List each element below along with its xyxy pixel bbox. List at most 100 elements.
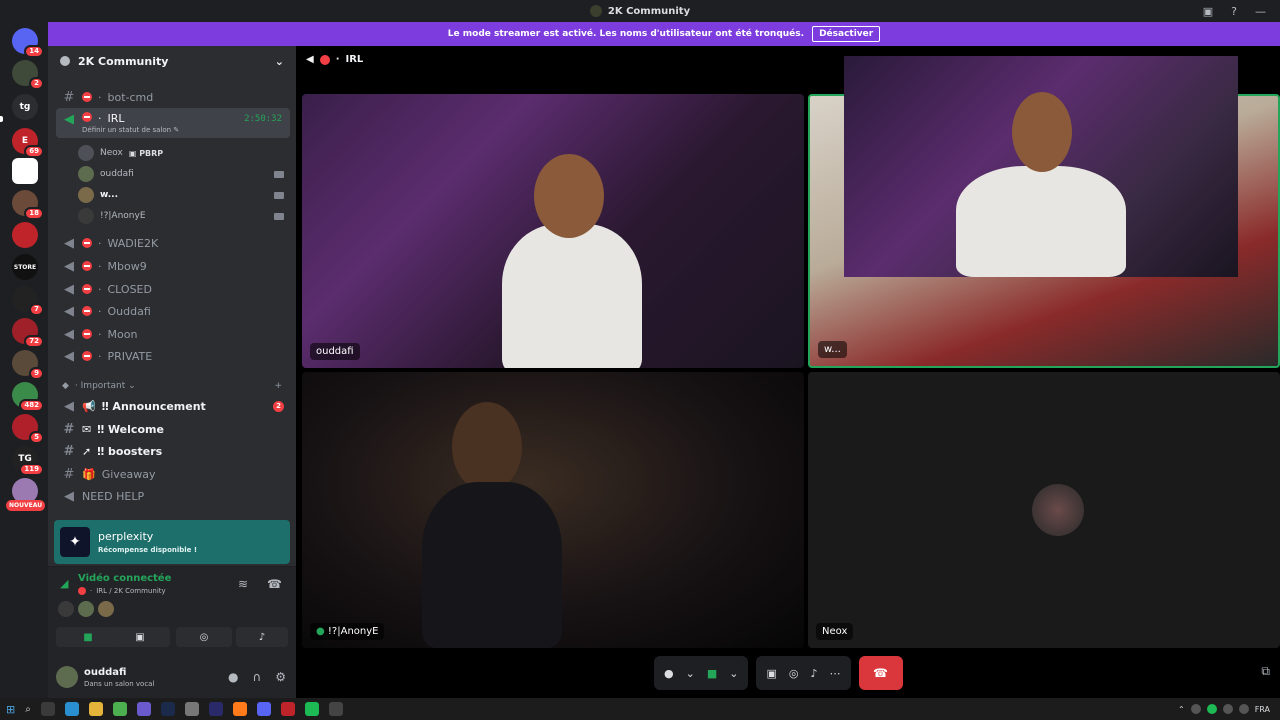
avatar [78, 187, 94, 203]
screen-share-button[interactable]: ▣ [110, 627, 170, 647]
video-tile-avatar[interactable]: Neox [808, 372, 1280, 648]
channel-giveaway[interactable]: # 🎁 Giveaway [56, 463, 290, 485]
channel-bot-cmd[interactable]: # · bot-cmd [56, 86, 290, 108]
disconnect-icon[interactable]: ☎ [267, 577, 282, 591]
perplexity-promo[interactable]: ✦ perplexity Récompense disponible ! [54, 520, 290, 564]
soundboard-icon[interactable]: ♪ [810, 667, 817, 680]
add-channel-icon[interactable]: + [274, 381, 282, 391]
noise-suppression-icon[interactable]: ≋ [238, 577, 248, 591]
help-icon[interactable]: ? [1231, 5, 1237, 18]
channel-wadie2k[interactable]: ◀ · WADIE2K [56, 232, 290, 254]
video-tile[interactable]: ouddafi [302, 94, 804, 368]
voice-member[interactable]: ouddafi [78, 164, 288, 184]
tray-icon[interactable] [1206, 704, 1217, 714]
avatar[interactable] [78, 601, 94, 617]
spotify-icon[interactable] [304, 702, 319, 716]
window-titlebar: 2K Community ▣ ? — [0, 0, 1280, 22]
no-entry-icon [319, 54, 330, 65]
wifi-icon[interactable] [1222, 704, 1233, 714]
app-icon[interactable] [184, 702, 199, 716]
voice-status[interactable]: Vidéo connectée [78, 573, 171, 584]
more-icon[interactable]: ⋯ [830, 667, 841, 680]
tray-icon[interactable] [1190, 704, 1201, 714]
telegram-icon[interactable] [64, 702, 79, 716]
channel-name: bot-cmd [107, 90, 154, 104]
screen-share-icon[interactable]: ▣ [766, 667, 776, 680]
gear-icon[interactable]: ⚙ [275, 670, 286, 684]
popout-icon[interactable]: ⧉ [1261, 664, 1270, 679]
server-icon[interactable]: TG 119 [12, 446, 44, 476]
app-icon[interactable] [136, 702, 151, 716]
chevron-down-icon[interactable]: ⌄ [729, 667, 738, 680]
volume-icon[interactable] [1238, 704, 1249, 714]
chevron-down-icon[interactable]: ⌄ [686, 667, 695, 680]
server-icon[interactable]: 482 [12, 382, 44, 412]
discord-home-icon[interactable]: 14 [12, 28, 44, 58]
channel-name: ‼ boosters [97, 444, 163, 458]
channel-announcement[interactable]: ◀ 📢 ‼ Announcement 2 [56, 395, 290, 417]
voice-location[interactable]: IRL / 2K Community [96, 587, 165, 595]
avatar[interactable] [98, 601, 114, 617]
discord-icon[interactable] [256, 702, 271, 716]
channel-boosters[interactable]: # ➚ ‼ boosters [56, 440, 290, 462]
guild-header[interactable]: 2K Community ⌄ [48, 46, 296, 76]
server-icon[interactable]: 5 [12, 414, 44, 444]
avatar[interactable] [58, 601, 74, 617]
server-icon[interactable]: 72 [12, 318, 44, 348]
pencil-icon[interactable]: ✎ [173, 126, 179, 134]
app-icon[interactable] [280, 702, 295, 716]
camera-icon[interactable]: ■ [707, 667, 717, 680]
activities-button[interactable]: ◎ [176, 627, 232, 647]
server-icon[interactable]: E 69 [12, 128, 44, 158]
search-icon[interactable]: ⌕ [25, 704, 31, 715]
soundboard-button[interactable]: ♪ [236, 627, 288, 647]
photoshop-icon[interactable] [160, 702, 175, 716]
channel-mbow9[interactable]: ◀ · Mbow9 [56, 255, 290, 277]
app-icon[interactable] [208, 702, 223, 716]
server-icon[interactable]: tg [12, 94, 38, 120]
microphone-icon[interactable]: ● [228, 670, 238, 684]
stream-preview-overlay[interactable] [844, 56, 1238, 277]
new-badge: NOUVEAU [6, 500, 46, 511]
user-name[interactable]: ouddafi [84, 667, 154, 678]
channel-moon[interactable]: ◀ · Moon [56, 323, 290, 345]
video-tile[interactable]: ● !?|AnonyE [302, 372, 804, 648]
server-icon[interactable]: 7 [12, 286, 44, 316]
language-indicator[interactable]: FRA [1255, 705, 1270, 714]
minimize-icon[interactable]: — [1255, 5, 1266, 18]
chevron-down-icon[interactable]: ⌄ [275, 55, 284, 68]
soundboard-icon: ♪ [258, 631, 266, 643]
server-badge: 5 [29, 431, 44, 444]
app-icon[interactable] [112, 702, 127, 716]
server-icon[interactable] [12, 158, 38, 184]
channel-ouddafi[interactable]: ◀ · Ouddafi [56, 300, 290, 322]
windows-start-icon[interactable]: ⊞ [6, 703, 15, 716]
voice-member[interactable]: !?|AnonyE [78, 206, 288, 226]
channel-irl[interactable]: ◀ · IRL 2:50:32 Définir un statut de sal… [56, 108, 290, 138]
channel-welcome[interactable]: # ✉ ‼ Welcome [56, 418, 290, 440]
app-icon[interactable] [328, 702, 343, 716]
folder-icon[interactable] [88, 702, 103, 716]
server-icon[interactable] [12, 222, 38, 248]
person-figure [502, 224, 642, 368]
channel-private[interactable]: ◀ · PRIVATE [56, 345, 290, 367]
server-icon[interactable]: 18 [12, 190, 44, 220]
avatar[interactable] [56, 666, 78, 688]
hang-up-button[interactable]: ☎ [858, 656, 903, 690]
headphones-icon[interactable]: ∩ [252, 670, 261, 684]
taskview-icon[interactable] [40, 702, 55, 716]
disable-streamer-button[interactable]: Désactiver [812, 26, 881, 42]
microphone-icon[interactable]: ● [664, 667, 674, 680]
voice-member[interactable]: Neox ▣ PBRP [78, 143, 288, 163]
gamepad-icon[interactable]: ◎ [789, 667, 799, 680]
chevron-up-icon[interactable]: ⌃ [1178, 705, 1185, 714]
server-icon[interactable]: 9 [12, 350, 44, 380]
server-icon[interactable]: STORE [12, 254, 38, 280]
inbox-icon[interactable]: ▣ [1203, 5, 1213, 18]
channel-need-help[interactable]: ◀ NEED HELP [56, 485, 290, 507]
channel-closed[interactable]: ◀ · CLOSED [56, 278, 290, 300]
server-icon[interactable]: 2 [12, 60, 44, 90]
firefox-icon[interactable] [232, 702, 247, 716]
voice-member[interactable]: w... [78, 185, 288, 205]
category-important[interactable]: ◆ · Important ⌄ + [62, 381, 282, 391]
